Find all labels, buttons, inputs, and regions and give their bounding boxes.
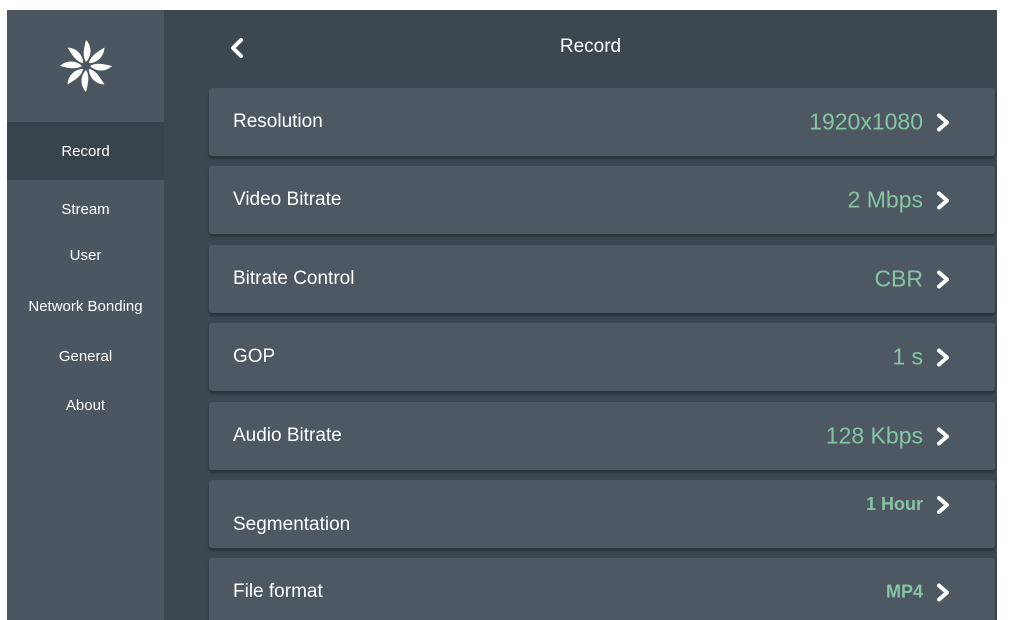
setting-value: MP4 [885, 581, 923, 602]
sidebar-item-network-bonding[interactable]: Network Bonding [7, 295, 164, 319]
chevron-right-icon [937, 270, 949, 288]
setting-label: Segmentation [233, 514, 351, 535]
flower-logo-icon [59, 40, 112, 92]
sidebar-item-general[interactable]: General [7, 345, 164, 369]
sidebar-item-stream[interactable]: Stream [7, 198, 164, 222]
setting-value: 1920x1080 [809, 108, 923, 135]
setting-label: GOP [233, 346, 276, 367]
sidebar-item-about[interactable]: About [7, 394, 164, 418]
setting-label: Video Bitrate [233, 189, 342, 210]
setting-label: Audio Bitrate [233, 425, 342, 446]
logo [7, 10, 164, 122]
setting-value: 2 Mbps [847, 186, 923, 213]
setting-value: CBR [874, 265, 923, 292]
page-title: Record [559, 36, 622, 57]
setting-row-audio-bitrate[interactable]: Audio Bitrate 128 Kbps [209, 402, 995, 470]
setting-row-resolution[interactable]: Resolution 1920x1080 [209, 88, 995, 156]
chevron-right-icon [937, 427, 949, 445]
sidebar-item-label: User [69, 247, 102, 264]
sidebar-item-label: Network Bonding [28, 298, 143, 315]
chevron-right-icon [937, 495, 949, 514]
chevron-right-icon [937, 113, 949, 131]
settings-screen: Record Stream User Network Bonding Gener… [7, 10, 997, 620]
setting-value: 128 Kbps [825, 422, 923, 449]
sidebar-item-label: General [58, 348, 113, 365]
setting-row-gop[interactable]: GOP 1 s [209, 323, 995, 391]
setting-value: 1 Hour [865, 494, 923, 514]
chevron-right-icon [937, 348, 949, 366]
setting-row-video-bitrate[interactable]: Video Bitrate 2 Mbps [209, 166, 995, 234]
setting-label: Bitrate Control [233, 268, 355, 289]
sidebar-item-record[interactable]: Record [7, 122, 164, 180]
setting-label: Resolution [233, 111, 323, 132]
sidebar: Record Stream User Network Bonding Gener… [7, 10, 164, 620]
setting-value: 1 s [892, 343, 923, 370]
setting-row-bitrate-control[interactable]: Bitrate Control CBR [209, 245, 995, 313]
setting-row-file-format[interactable]: File format MP4 [209, 558, 995, 620]
sidebar-item-label: Record [61, 143, 110, 160]
sidebar-item-label: About [65, 397, 106, 414]
sidebar-item-label: Stream [61, 201, 110, 218]
chevron-right-icon [937, 583, 949, 601]
setting-row-segmentation[interactable]: Segmentation 1 Hour [209, 480, 995, 548]
sidebar-item-user[interactable]: User [7, 244, 164, 268]
chevron-right-icon [937, 191, 949, 209]
setting-label: File format [233, 581, 323, 602]
